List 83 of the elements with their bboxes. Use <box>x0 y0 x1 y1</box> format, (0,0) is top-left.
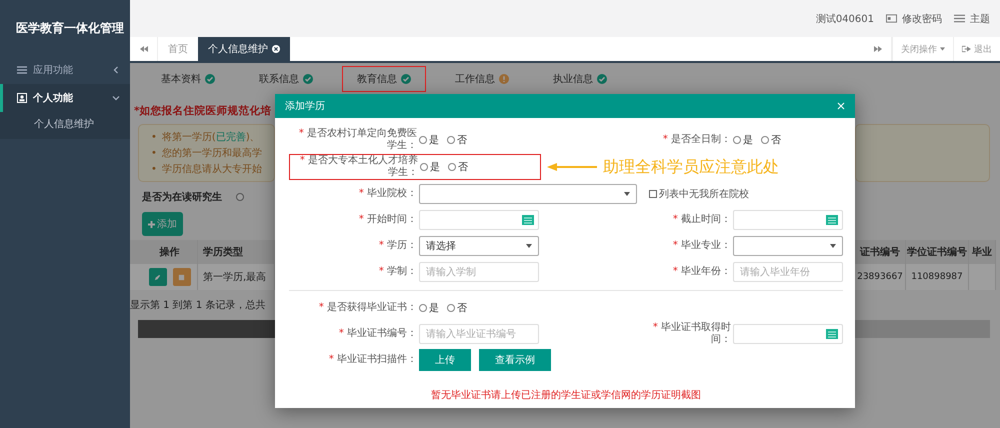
menu-item[interactable]: 个人功能 <box>0 84 130 112</box>
scrollbar-thumb[interactable] <box>138 320 275 338</box>
radio-button[interactable]: 否 <box>448 160 468 174</box>
field-label: * 毕业证书取得时间： <box>652 322 732 346</box>
submenu-item[interactable]: 个人信息维护 <box>0 112 130 139</box>
calendar-icon[interactable] <box>522 215 534 225</box>
field-label: * 是否全日制： <box>662 134 732 146</box>
info-tab[interactable]: 联系信息 <box>244 66 328 92</box>
select-field[interactable]: 请选择 <box>419 236 539 256</box>
double-left-icon <box>140 46 148 52</box>
card-icon <box>886 14 897 23</box>
field-label: * 毕业院校： <box>358 188 418 200</box>
upload-button[interactable]: 上传 <box>419 349 471 371</box>
list-icon <box>954 14 965 23</box>
table-cell: 110898987 <box>906 264 969 290</box>
radio-button[interactable]: 否 <box>447 133 467 147</box>
chevron-down-icon <box>112 94 120 102</box>
double-right-icon <box>874 46 882 52</box>
chevron-left-icon <box>112 66 120 74</box>
delete-icon <box>178 274 185 280</box>
field-label: * 开始时间： <box>358 214 418 226</box>
view-example-button[interactable]: 查看示例 <box>479 349 551 371</box>
app-title: 医学教育一体化管理 <box>15 20 125 36</box>
annotation-arrow <box>547 162 597 172</box>
select-field[interactable] <box>733 236 843 256</box>
question-label: 是否为在读研究生 <box>142 190 222 204</box>
field-label: * 截止时间： <box>672 214 732 226</box>
field-label: * 毕业证书编号： <box>338 328 418 340</box>
change-password-link[interactable]: 修改密码 <box>886 12 942 26</box>
text-field[interactable]: 请输入毕业年份 <box>733 262 843 282</box>
upload-note: 暂无毕业证书请上传已注册的学生证或学信网的学历证明截图 <box>431 388 702 402</box>
field-label: * 是否大专本土化人才培养学生： <box>298 155 419 179</box>
notice-item: • 学历信息请从大专开始 <box>151 162 263 176</box>
plus-icon <box>148 220 155 228</box>
info-tab[interactable]: 基本资料 <box>146 66 230 92</box>
edit-button[interactable] <box>148 268 166 286</box>
theme-link[interactable]: 主题 <box>954 12 990 26</box>
page-tab[interactable]: 个人信息维护 <box>198 37 290 61</box>
caret-icon <box>526 244 532 248</box>
info-tab[interactable]: 教育信息 <box>342 66 426 92</box>
field-label: * 是否农村订单定向免费医学生： <box>298 128 418 152</box>
calendar-icon[interactable] <box>826 329 838 339</box>
select-field[interactable] <box>419 184 637 204</box>
date-field[interactable] <box>733 210 843 230</box>
radio-button[interactable]: 否 <box>761 133 781 147</box>
notice-item: • 将第一学历(已完善)、 <box>151 130 261 144</box>
menu-item[interactable]: 应用功能 <box>0 56 130 84</box>
text-field[interactable]: 请输入学制 <box>419 262 539 282</box>
user-card-icon <box>17 93 27 103</box>
delete-button[interactable] <box>172 268 190 286</box>
checkbox[interactable]: 列表中无我所在院校 <box>649 187 859 201</box>
scrollbar-track[interactable] <box>855 320 990 338</box>
annotation-text: 助理全科学员应注意此处 <box>603 156 779 178</box>
radio-button[interactable]: 是 <box>419 133 439 147</box>
field-label: * 毕业年份： <box>672 266 732 278</box>
radio-button[interactable]: 是 <box>733 133 753 147</box>
caret-icon <box>940 47 945 51</box>
field-label: * 学制： <box>378 266 418 278</box>
field-label: * 是否获得毕业证书： <box>318 302 418 314</box>
date-field[interactable] <box>733 324 843 344</box>
field-label: * 毕业证书扫描件： <box>328 354 418 366</box>
info-tab[interactable]: 工作信息 <box>440 66 524 92</box>
menu-icon <box>17 65 27 75</box>
radio-button[interactable]: 是 <box>419 301 439 315</box>
caret-icon <box>624 192 630 196</box>
field-label: * 毕业专业： <box>672 240 732 252</box>
dialog-title: 添加学历 <box>285 100 325 113</box>
field-label: * 学历： <box>378 240 418 252</box>
calendar-icon[interactable] <box>826 215 838 225</box>
info-tab[interactable]: 执业信息 <box>538 66 622 92</box>
notice-item: • 您的第一学历和最高学 <box>151 146 263 160</box>
radio-button[interactable]: 是 <box>420 160 440 174</box>
user-name: 测试040601 <box>816 12 874 26</box>
notice-heading: *如您报名住院医师规范化培 <box>133 104 272 119</box>
table-footer: 显示第 1 到第 1 条记录，总共 <box>130 290 275 320</box>
radio-button[interactable]: 否 <box>447 301 467 315</box>
edit-icon <box>154 274 161 280</box>
caret-icon <box>830 244 836 248</box>
radio-button[interactable] <box>236 193 244 201</box>
date-field[interactable] <box>419 210 539 230</box>
sign-out-icon <box>962 45 971 53</box>
close-icon[interactable] <box>272 45 280 53</box>
text-field[interactable]: 请输入毕业证书编号 <box>419 324 539 344</box>
